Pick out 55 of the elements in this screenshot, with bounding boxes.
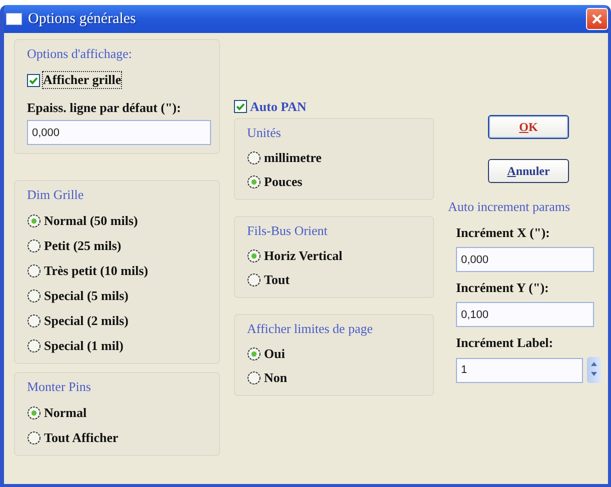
input-field[interactable]: 0,000 bbox=[456, 247, 594, 272]
group-title: Options d'affichage: bbox=[27, 46, 133, 62]
radio-label[interactable]: Très petit (10 mils) bbox=[44, 262, 148, 278]
radio-label[interactable]: Tout bbox=[264, 272, 290, 288]
radio-button[interactable] bbox=[247, 248, 261, 262]
group-title: Unités bbox=[247, 125, 282, 141]
checkbox-label[interactable]: Afficher grille bbox=[43, 72, 122, 88]
group-title: Afficher limites de page bbox=[247, 321, 374, 337]
radio-label[interactable]: Normal bbox=[44, 404, 87, 420]
group-title: Dim Grille bbox=[27, 187, 85, 203]
field-label: Incrément Label: bbox=[456, 335, 554, 351]
radio-label[interactable]: millimetre bbox=[264, 150, 322, 166]
radio-label[interactable]: Tout Afficher bbox=[44, 430, 118, 446]
field-label: Epaiss. ligne par défaut ("): bbox=[27, 100, 182, 116]
radio-button[interactable] bbox=[247, 150, 261, 164]
radio-label[interactable]: Normal (50 mils) bbox=[44, 212, 138, 228]
radio-label[interactable]: Pouces bbox=[264, 174, 302, 190]
radio-button[interactable] bbox=[27, 406, 41, 420]
radio-label[interactable]: Horiz Vertical bbox=[264, 248, 342, 264]
window-title: Options générales bbox=[28, 10, 137, 28]
radio-label[interactable]: Special (1 mil) bbox=[44, 338, 124, 354]
checkbox[interactable] bbox=[234, 100, 247, 113]
radio-button[interactable] bbox=[247, 272, 261, 286]
radio-button[interactable] bbox=[247, 370, 261, 384]
field-label: Incrément X ("): bbox=[456, 225, 551, 241]
radio-label[interactable]: Special (5 mils) bbox=[44, 288, 128, 304]
cancel-button[interactable]: Annuler bbox=[488, 159, 569, 183]
radio-label[interactable]: Non bbox=[264, 370, 288, 386]
close-button[interactable] bbox=[586, 8, 608, 30]
radio-button[interactable] bbox=[247, 346, 261, 360]
close-icon bbox=[591, 13, 603, 25]
radio-button[interactable] bbox=[27, 314, 41, 328]
spin-arrows-icon bbox=[590, 360, 598, 378]
input-field[interactable]: 0,000 bbox=[27, 120, 211, 145]
window-icon bbox=[6, 13, 22, 25]
radio-label[interactable]: Special (2 mils) bbox=[44, 312, 128, 328]
ok-button[interactable]: OK bbox=[488, 115, 569, 139]
spin-buttons[interactable] bbox=[587, 357, 601, 383]
spin-field[interactable]: 1 bbox=[456, 358, 583, 382]
field-label: Incrément Y ("): bbox=[456, 280, 550, 296]
input-field[interactable]: 0,100 bbox=[456, 302, 594, 327]
radio-button[interactable] bbox=[27, 338, 41, 352]
radio-label[interactable]: Petit (25 mils) bbox=[44, 238, 122, 254]
group-title: Fils-Bus Orient bbox=[247, 223, 329, 239]
checkbox-label[interactable]: Auto PAN bbox=[250, 98, 306, 114]
radio-button[interactable] bbox=[247, 174, 261, 188]
radio-button[interactable] bbox=[27, 214, 41, 228]
group-title: Monter Pins bbox=[27, 379, 92, 395]
radio-button[interactable] bbox=[27, 430, 41, 444]
radio-label[interactable]: Oui bbox=[264, 346, 285, 362]
radio-button[interactable] bbox=[27, 288, 41, 302]
checkbox[interactable] bbox=[27, 74, 40, 86]
radio-button[interactable] bbox=[27, 264, 41, 278]
radio-button[interactable] bbox=[27, 238, 41, 252]
group-title: Auto increment params bbox=[448, 199, 572, 215]
